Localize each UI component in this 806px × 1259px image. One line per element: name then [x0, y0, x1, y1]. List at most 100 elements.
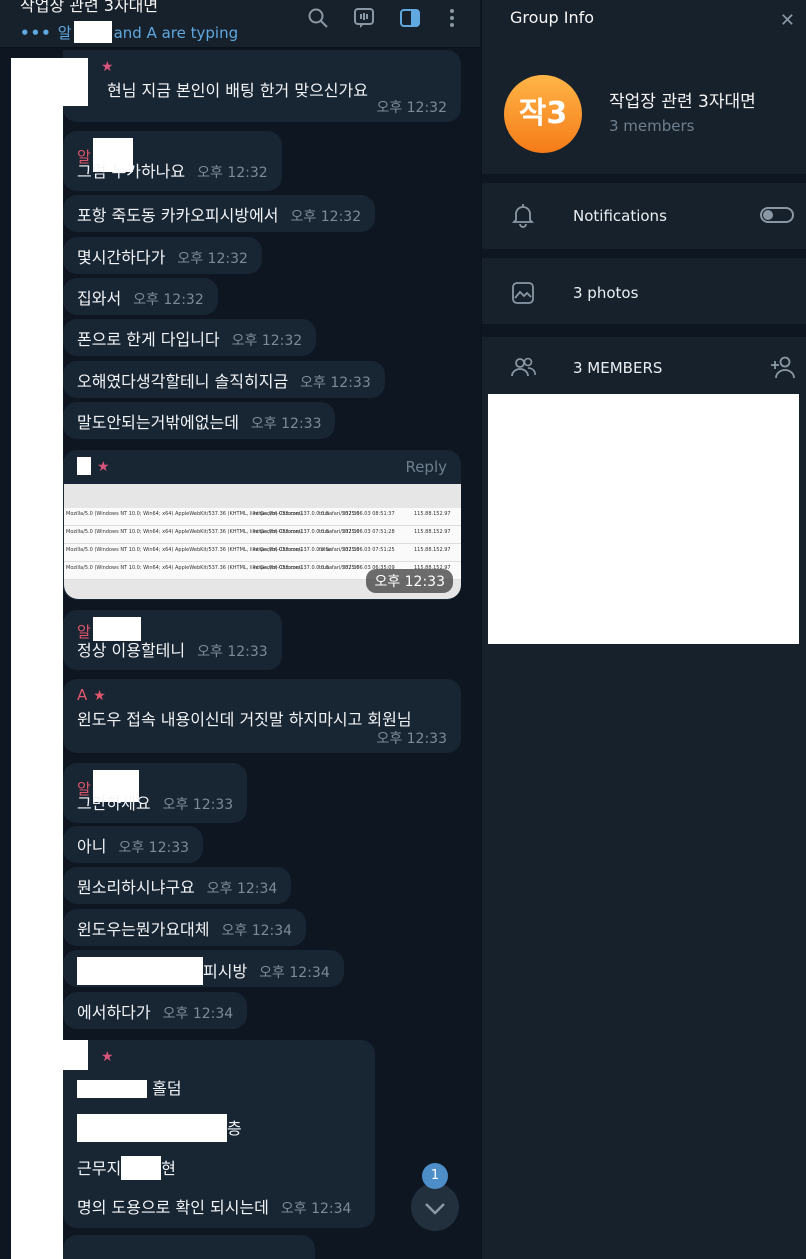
- message-bubble[interactable]: 오해였다생각할테니 솔직히지금 오후 12:33: [63, 361, 385, 398]
- chat-pane: 작업장 관련 3자대면 ••• 알 and A are typing ★ 현님 지금…: [0, 0, 480, 1259]
- typing-dots-icon: •••: [20, 24, 52, 42]
- message-bubble[interactable]: 알 정상 이용할테니 오후 12:33: [63, 610, 282, 670]
- redaction: [77, 1114, 227, 1142]
- message-bubble[interactable]: 몇시간하다가 오후 12:32: [63, 237, 262, 274]
- notifications-toggle[interactable]: [760, 207, 794, 223]
- log-cell: https://ht-033.com/: [254, 547, 303, 553]
- notifications-label: Notifications: [573, 207, 667, 225]
- message-time: 오후 12:33: [162, 797, 234, 813]
- log-cell: https://ht-033.com/: [254, 529, 303, 535]
- message-line: 근무지 현: [77, 1147, 361, 1188]
- message-bubble[interactable]: 피시방 오후 12:34: [63, 950, 344, 987]
- message-line: 층: [77, 1106, 361, 1147]
- panel-title: Group Info: [510, 8, 595, 27]
- message-bubble[interactable]: 아니 오후 12:33: [63, 826, 204, 863]
- reply-button[interactable]: Reply: [405, 458, 447, 476]
- log-row: Mozilla/5.0 (Windows NT 10.0; Win64; x64…: [64, 526, 461, 544]
- members-icon: [511, 357, 536, 377]
- message-bubble[interactable]: ★ 홀덤 층 근무지 현 명의 도용으로 확인 되시는데 오후 12:34: [63, 1040, 375, 1228]
- message-text: 아니: [77, 837, 107, 856]
- message-time: 오후 12:33: [300, 375, 371, 391]
- redaction: [77, 957, 203, 985]
- star-icon: ★: [97, 459, 110, 475]
- message-time: 오후 12:32: [177, 251, 248, 267]
- message-bubble[interactable]: ★ 현님 지금 본인이 배팅 한거 맞으신가요 오후 12:32: [63, 50, 461, 122]
- unread-badge: 1: [422, 1163, 448, 1189]
- group-avatar[interactable]: 작3: [504, 75, 582, 153]
- message-text: 윈도우 접속 내용이신데 거짓말 하지마시고 회원님: [77, 710, 412, 729]
- log-cell: true: [319, 565, 330, 571]
- message-time: 오후 12:33: [250, 416, 322, 432]
- sidebar-toggle-icon[interactable]: [398, 6, 422, 30]
- star-icon: ★: [101, 59, 114, 75]
- message-text: 그만하세요: [77, 794, 151, 813]
- close-icon[interactable]: ✕: [780, 10, 795, 31]
- log-cell: https://ht-033.com/: [254, 565, 303, 571]
- message-text: 말도안되는거밖에없는데: [77, 413, 239, 432]
- bell-icon: [511, 204, 535, 228]
- redaction: [11, 58, 63, 1259]
- log-cell: true: [319, 511, 330, 517]
- message-text: 정상 이용할테니: [77, 641, 186, 660]
- message-text: 에서하다가: [77, 1003, 151, 1022]
- log-cell: 2025.06.03 07:51:25: [342, 547, 395, 553]
- log-cell: true: [319, 529, 330, 535]
- typing-name: 알: [57, 24, 72, 42]
- log-cell: 115.88.152.97: [414, 529, 451, 535]
- message-bubble[interactable]: 집와서 오후 12:32: [63, 278, 218, 315]
- message-bubble[interactable]: 폰으로 한게 다입니다 오후 12:32: [63, 319, 317, 356]
- scroll-down-button[interactable]: [411, 1183, 459, 1231]
- photos-row[interactable]: 3 photos: [482, 258, 806, 324]
- add-member-icon[interactable]: [769, 353, 797, 381]
- message-bubble[interactable]: A ★ 윈도우 접속 내용이신데 거짓말 하지마시고 회원님 오후 12:33: [63, 679, 461, 753]
- message-time: 오후 12:32: [231, 333, 303, 349]
- redaction: [77, 1080, 147, 1098]
- message-bubble[interactable]: 알 그럼 누가하나요 오후 12:32: [63, 131, 282, 191]
- redaction: [92, 617, 141, 641]
- chat-header[interactable]: 작업장 관련 3자대면 ••• 알 and A are typing: [0, 0, 480, 48]
- message-bubble[interactable]: 윈도우는뭔가요대체 오후 12:34: [63, 909, 307, 946]
- screenshot-photo[interactable]: Mozilla/5.0 (Windows NT 10.0; Win64; x64…: [64, 484, 461, 599]
- message-text: 포항 죽도동 카카오피시방에서: [77, 206, 279, 225]
- more-icon[interactable]: [440, 6, 464, 30]
- message-text: 피시방: [203, 962, 248, 981]
- chat-title[interactable]: 작업장 관련 3자대면: [20, 0, 158, 16]
- log-cell: 2025.06.03 07:51:28: [342, 529, 395, 535]
- message-bubble[interactable]: 말도안되는거밖에없는데 오후 12:33: [63, 402, 336, 439]
- group-info-pane: Group Info ✕ 작3 작업장 관련 3자대면 3 members No…: [481, 0, 806, 1259]
- message-bubble[interactable]: 에서하다가 오후 12:34: [63, 992, 248, 1029]
- message-time: 오후 12:32: [290, 209, 362, 225]
- chevron-down-icon: [425, 1203, 445, 1215]
- message-bubble[interactable]: [63, 1235, 315, 1259]
- sender-name: ★: [95, 1047, 361, 1067]
- message-time: 오후 12:34: [221, 923, 293, 939]
- log-cell: false: [319, 547, 331, 553]
- message-line: 명의 도용으로 확인 되시는데 오후 12:34: [77, 1198, 352, 1217]
- message-bubble[interactable]: 알 그만하세요 오후 12:33: [63, 763, 248, 823]
- photos-icon: [512, 282, 534, 304]
- search-icon[interactable]: [306, 6, 330, 30]
- message-bubble[interactable]: 포항 죽도동 카카오피시방에서 오후 12:32: [63, 195, 376, 232]
- message-text: 몇시간하다가: [77, 248, 166, 267]
- voice-chat-icon[interactable]: [352, 6, 376, 30]
- sender-name: 알: [77, 617, 268, 641]
- message-text: 윈도우는뭔가요대체: [77, 920, 210, 939]
- message-line: 홀덤: [77, 1067, 361, 1106]
- redaction: [48, 1040, 88, 1070]
- typing-status: ••• 알 and A are typing: [20, 21, 238, 43]
- sender-name: 알: [77, 138, 268, 172]
- message-time: 오후 12:33: [197, 644, 268, 660]
- log-row: Mozilla/5.0 (Windows NT 10.0; Win64; x64…: [64, 508, 461, 526]
- message-time: 오후 12:34: [206, 881, 278, 897]
- sender-name: 알: [77, 770, 233, 802]
- message-time: 오후 12:34: [259, 965, 330, 981]
- message-text: 폰으로 한게 다입니다: [77, 330, 220, 349]
- redaction: [121, 1156, 162, 1180]
- redaction: [48, 58, 88, 106]
- message-time: 오후 12:34: [162, 1006, 234, 1022]
- typing-text: and A are typing: [113, 24, 239, 42]
- star-icon: ★: [93, 688, 106, 704]
- message-bubble[interactable]: 뭔소리하시냐구요 오후 12:34: [63, 867, 292, 904]
- notifications-row[interactable]: Notifications: [482, 183, 806, 249]
- member-count: 3 members: [609, 117, 695, 135]
